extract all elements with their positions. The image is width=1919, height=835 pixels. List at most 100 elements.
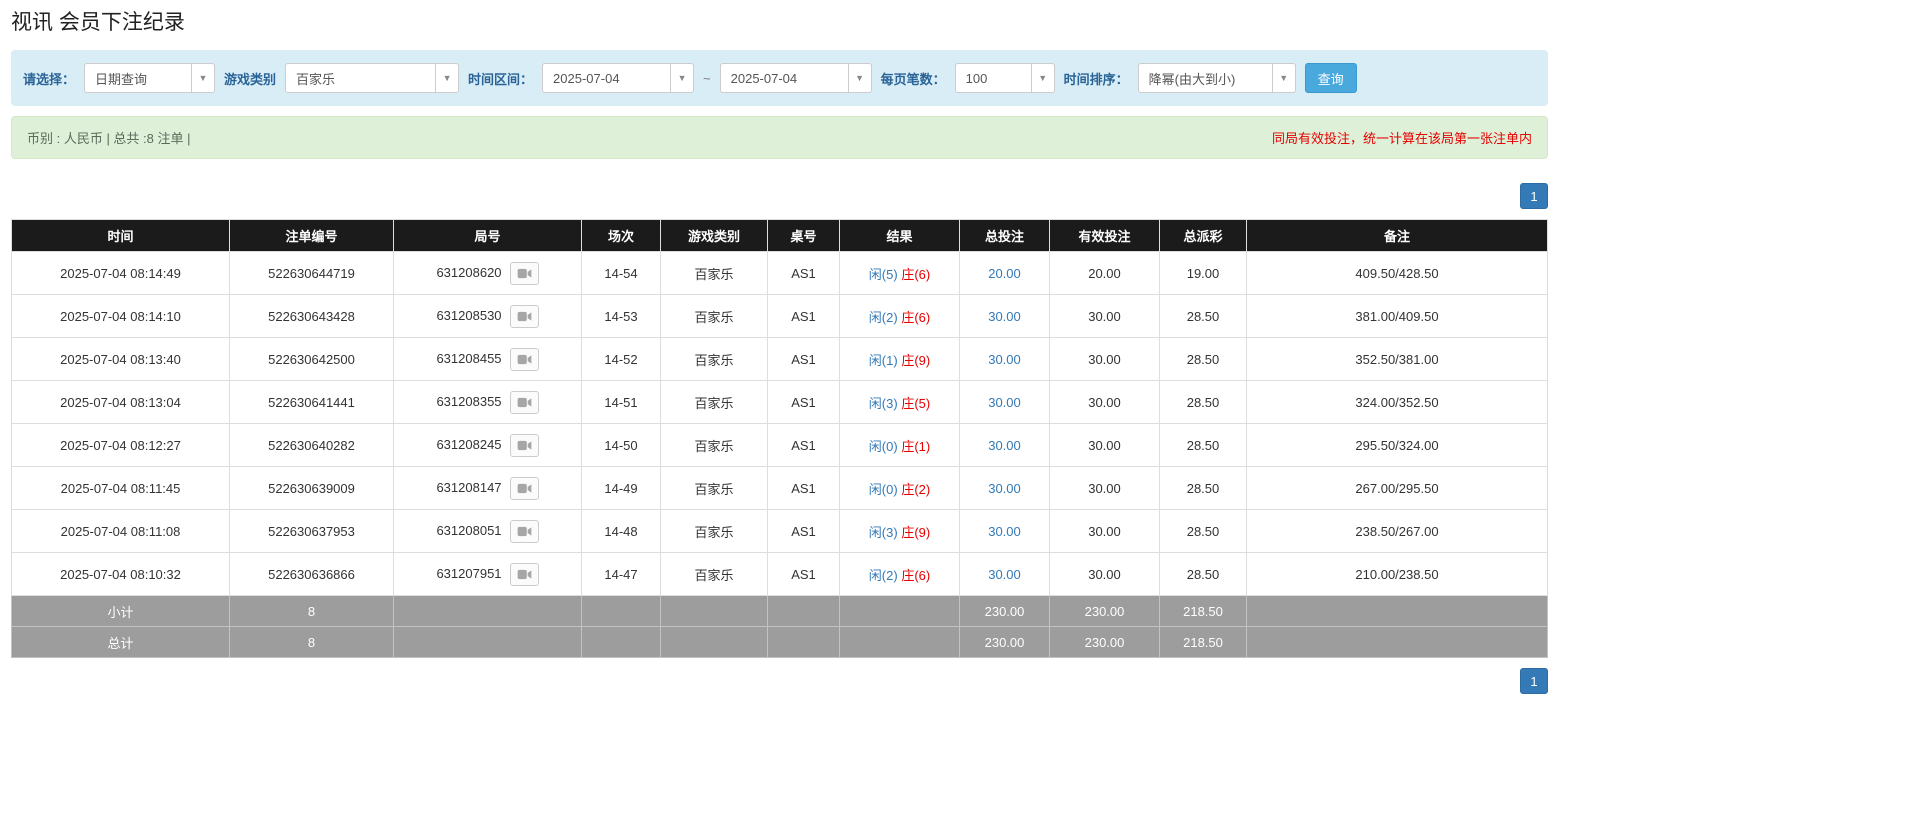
records-table: 时间 注单编号 局号 场次 游戏类别 桌号 结果 总投注 有效投注 总派彩 备注… [11, 219, 1548, 658]
empty-cell [767, 626, 840, 658]
subtotal-total-bet: 230.00 [959, 595, 1050, 627]
cell-table-no: AS1 [767, 251, 840, 295]
page-1-button[interactable]: 1 [1520, 183, 1548, 209]
cell-valid-bet: 20.00 [1049, 251, 1160, 295]
grand-total-valid-bet: 230.00 [1049, 626, 1160, 658]
subtotal-row: 小计 8 230.00 230.00 218.50 [11, 595, 1548, 627]
empty-cell [581, 626, 661, 658]
cell-remark: 238.50/267.00 [1246, 509, 1548, 553]
cell-session: 14-48 [581, 509, 661, 553]
cell-payout: 19.00 [1159, 251, 1247, 295]
table-row: 2025-07-04 08:13:04 522630641441 6312083… [11, 380, 1548, 424]
cell-remark: 324.00/352.50 [1246, 380, 1548, 424]
cell-time: 2025-07-04 08:14:10 [11, 294, 230, 338]
cell-total-bet: 30.00 [959, 466, 1050, 510]
cell-game-type: 百家乐 [660, 552, 768, 596]
date-from-select[interactable]: 2025-07-04 ▼ [542, 63, 695, 93]
cell-table-no: AS1 [767, 552, 840, 596]
result-banker: 庄(6) [901, 309, 931, 325]
cell-round-id: 631208051 [393, 509, 582, 553]
date-to-value: 2025-07-04 [730, 70, 798, 86]
total-bet-link[interactable]: 30.00 [988, 352, 1021, 367]
page-size-value: 100 [965, 70, 988, 86]
empty-cell [1246, 626, 1548, 658]
cell-bet-id: 522630641441 [229, 380, 394, 424]
grand-total-count: 8 [229, 626, 394, 658]
video-replay-button[interactable] [509, 562, 539, 586]
empty-cell [839, 595, 960, 627]
result-player: 闲(3) [868, 395, 898, 411]
cell-bet-id: 522630642500 [229, 337, 394, 381]
cell-total-bet: 30.00 [959, 380, 1050, 424]
cell-round-id: 631208147 [393, 466, 582, 510]
cell-table-no: AS1 [767, 423, 840, 467]
cell-bet-id: 522630644719 [229, 251, 394, 295]
video-replay-button[interactable] [509, 261, 539, 285]
game-type-select[interactable]: 百家乐 ▼ [285, 63, 460, 93]
result-player: 闲(0) [868, 481, 898, 497]
query-button[interactable]: 查询 [1304, 63, 1357, 93]
page-title: 视讯 会员下注纪录 [11, 11, 185, 34]
video-replay-button[interactable] [509, 347, 539, 371]
date-range-separator: ~ [703, 70, 711, 86]
cell-payout: 28.50 [1159, 380, 1247, 424]
cell-bet-id: 522630637953 [229, 509, 394, 553]
cell-session: 14-50 [581, 423, 661, 467]
cell-result: 闲(0) 庄(1) [839, 423, 960, 467]
total-bet-link[interactable]: 30.00 [988, 481, 1021, 496]
result-banker: 庄(5) [901, 395, 931, 411]
page-size-select[interactable]: 100 ▼ [954, 63, 1055, 93]
pagination-bottom: 1 [11, 668, 1548, 694]
cell-payout: 28.50 [1159, 466, 1247, 510]
column-header-total-bet: 总投注 [959, 219, 1050, 252]
cell-result: 闲(2) 庄(6) [839, 294, 960, 338]
cell-remark: 381.00/409.50 [1246, 294, 1548, 338]
empty-cell [393, 626, 582, 658]
date-type-select[interactable]: 日期查询 ▼ [84, 63, 216, 93]
cell-remark: 352.50/381.00 [1246, 337, 1548, 381]
video-replay-button[interactable] [509, 433, 539, 457]
empty-cell [660, 595, 768, 627]
total-bet-link[interactable]: 30.00 [988, 524, 1021, 539]
cell-game-type: 百家乐 [660, 294, 768, 338]
sort-label: 时间排序： [1063, 71, 1129, 87]
column-header-valid-bet: 有效投注 [1049, 219, 1160, 252]
cell-round-id: 631208245 [393, 423, 582, 467]
result-player: 闲(2) [868, 309, 898, 325]
cell-bet-id: 522630640282 [229, 423, 394, 467]
chevron-down-icon: ▼ [1030, 64, 1054, 92]
date-to-select[interactable]: 2025-07-04 ▼ [719, 63, 872, 93]
cell-result: 闲(1) 庄(9) [839, 337, 960, 381]
result-banker: 庄(6) [901, 567, 931, 583]
total-bet-link[interactable]: 20.00 [988, 266, 1021, 281]
cell-valid-bet: 30.00 [1049, 380, 1160, 424]
game-type-value: 百家乐 [296, 71, 336, 87]
total-bet-link[interactable]: 30.00 [988, 309, 1021, 324]
total-bet-link[interactable]: 30.00 [988, 395, 1021, 410]
video-replay-button[interactable] [509, 519, 539, 543]
round-id-text: 631208147 [436, 479, 502, 495]
cell-game-type: 百家乐 [660, 509, 768, 553]
total-bet-link[interactable]: 30.00 [988, 438, 1021, 453]
round-id-text: 631207951 [436, 565, 502, 581]
table-row: 2025-07-04 08:11:45 522630639009 6312081… [11, 466, 1548, 510]
empty-cell [767, 595, 840, 627]
result-player: 闲(5) [868, 266, 898, 282]
page-1-button[interactable]: 1 [1520, 668, 1548, 694]
round-id-text: 631208620 [436, 264, 502, 280]
total-bet-link[interactable]: 30.00 [988, 567, 1021, 582]
grand-total-row: 总计 8 230.00 230.00 218.50 [11, 626, 1548, 658]
filter-bar: 请选择： 日期查询 ▼ 游戏类别 百家乐 ▼ 时间区间： 2025-07-04 … [11, 50, 1548, 106]
chevron-down-icon: ▼ [435, 64, 458, 92]
video-replay-button[interactable] [509, 476, 539, 500]
cell-table-no: AS1 [767, 294, 840, 338]
page-size-label: 每页笔数： [880, 71, 946, 87]
column-header-round-id: 局号 [393, 219, 582, 252]
video-replay-button[interactable] [509, 304, 539, 328]
sort-select[interactable]: 降幂(由大到小) ▼ [1137, 63, 1296, 93]
cell-time: 2025-07-04 08:14:49 [11, 251, 230, 295]
empty-cell [1246, 595, 1548, 627]
date-type-value: 日期查询 [95, 71, 148, 87]
video-replay-button[interactable] [509, 390, 539, 414]
column-header-remark: 备注 [1246, 219, 1548, 252]
